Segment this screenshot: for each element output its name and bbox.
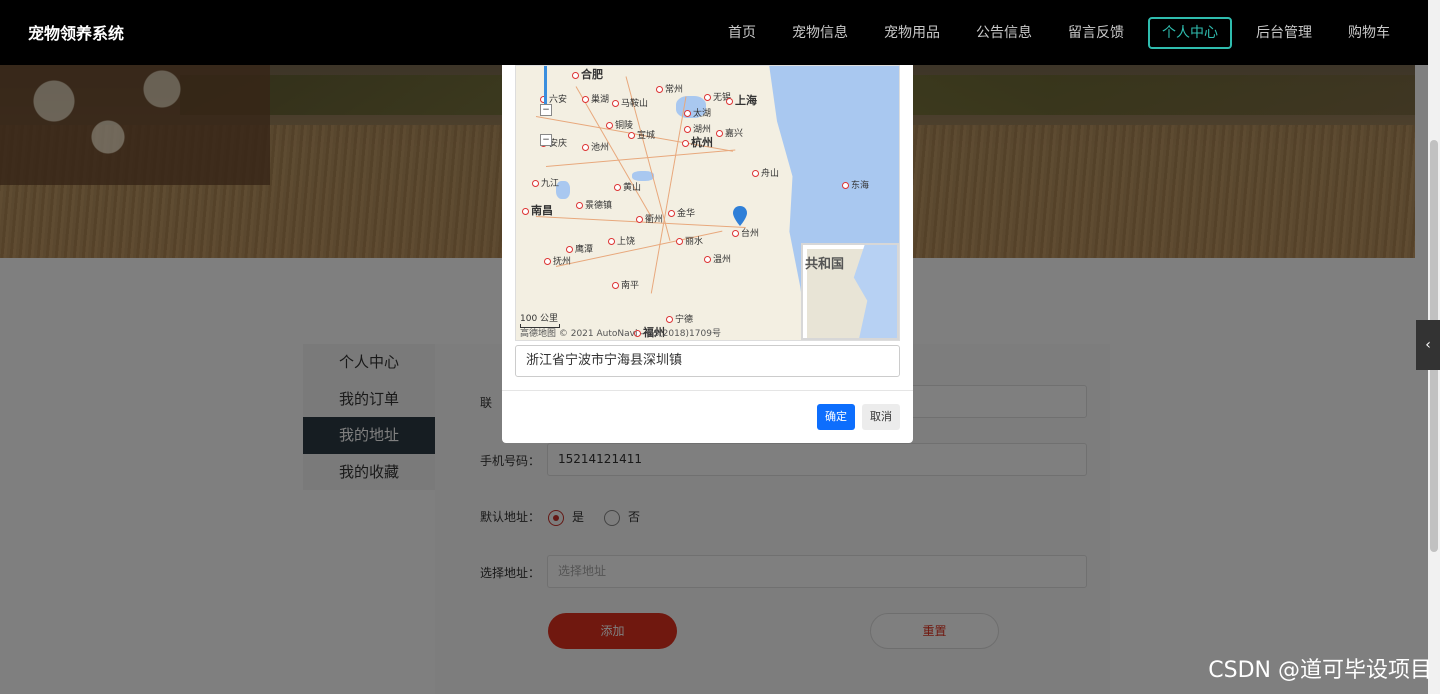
zoom-out-icon[interactable]: − bbox=[540, 104, 552, 116]
map-city: 上饶 bbox=[608, 234, 635, 247]
map-city: 南昌 bbox=[522, 202, 553, 218]
nav-announcements[interactable]: 公告信息 bbox=[958, 17, 1050, 49]
map-city: 金华 bbox=[668, 206, 695, 219]
map-city: 黄山 bbox=[614, 180, 641, 193]
zoom-track[interactable] bbox=[544, 66, 547, 106]
nav-pet-supplies[interactable]: 宠物用品 bbox=[866, 17, 958, 49]
watermark: CSDN @道可毕设项目 bbox=[1208, 658, 1432, 683]
overview-label: 共和国 bbox=[805, 257, 845, 272]
nav-cart[interactable]: 购物车 bbox=[1330, 17, 1408, 49]
chevron-left-icon[interactable]: ‹ bbox=[1416, 320, 1440, 370]
nav-admin[interactable]: 后台管理 bbox=[1238, 17, 1330, 49]
map-city: 池州 bbox=[582, 140, 609, 153]
map-city: 九江 bbox=[532, 176, 559, 189]
modal-divider bbox=[502, 390, 913, 391]
site-brand[interactable]: 宠物领养系统 bbox=[28, 20, 124, 44]
map-city: 舟山 bbox=[752, 166, 779, 179]
map-city: 马鞍山 bbox=[612, 96, 648, 109]
location-pin-icon[interactable] bbox=[733, 206, 747, 226]
map-city: 南平 bbox=[612, 278, 639, 291]
map-city: 温州 bbox=[704, 252, 731, 265]
map-city: 太湖 bbox=[684, 106, 711, 119]
nav-home[interactable]: 首页 bbox=[710, 17, 774, 49]
map-copyright: 高德地图 © 2021 AutoNavi - GS(2018)1709号 bbox=[520, 329, 721, 339]
map-city: 台州 bbox=[732, 226, 759, 239]
nav-personal-center[interactable]: 个人中心 bbox=[1148, 16, 1232, 49]
map-city: 常州 bbox=[656, 82, 683, 95]
zoom-out-icon[interactable]: − bbox=[540, 134, 552, 146]
map-city: 景德镇 bbox=[576, 198, 612, 211]
map-overview[interactable]: 共和国 bbox=[801, 243, 899, 340]
map-sea-label: 东海 bbox=[842, 178, 869, 191]
nav-pet-info[interactable]: 宠物信息 bbox=[774, 17, 866, 49]
nav-feedback[interactable]: 留言反馈 bbox=[1050, 17, 1142, 49]
map-zoom-control[interactable]: − − bbox=[540, 66, 552, 146]
map-road bbox=[650, 96, 687, 294]
map-road bbox=[545, 149, 736, 167]
map-city: 衢州 bbox=[636, 212, 663, 225]
main-nav: 首页 宠物信息 宠物用品 公告信息 留言反馈 个人中心 后台管理 购物车 bbox=[710, 0, 1408, 65]
map-city: 嘉兴 bbox=[716, 126, 743, 139]
map-city: 上海 bbox=[726, 92, 757, 108]
map-city: 丽水 bbox=[676, 234, 703, 247]
map-scale-label: 100 公里 bbox=[520, 314, 559, 324]
cancel-button[interactable]: 取消 bbox=[862, 404, 900, 430]
selected-address-input[interactable]: 浙江省宁波市宁海县深圳镇 bbox=[515, 345, 900, 377]
top-navbar: 宠物领养系统 首页 宠物信息 宠物用品 公告信息 留言反馈 个人中心 后台管理 … bbox=[0, 0, 1428, 65]
map-city: 宣城 bbox=[628, 128, 655, 141]
confirm-button[interactable]: 确定 bbox=[817, 404, 855, 430]
map-city: 巢湖 bbox=[582, 92, 609, 105]
map-city: 杭州 bbox=[682, 134, 713, 150]
map-city: 合肥 bbox=[572, 66, 603, 82]
map-picker-modal: 合肥 六安 巢湖 马鞍山 常州 无锡 上海 太湖 铜陵 宣城 湖州 嘉兴 安庆 … bbox=[502, 40, 913, 443]
map-view[interactable]: 合肥 六安 巢湖 马鞍山 常州 无锡 上海 太湖 铜陵 宣城 湖州 嘉兴 安庆 … bbox=[515, 65, 900, 341]
map-city: 抚州 bbox=[544, 254, 571, 267]
map-city: 宁德 bbox=[666, 312, 693, 325]
